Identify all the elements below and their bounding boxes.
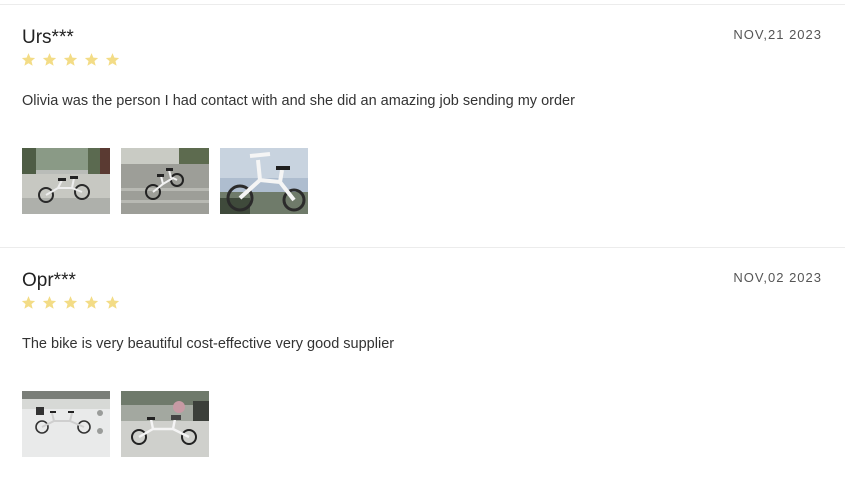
star-icon [21, 53, 36, 66]
star-icon [105, 53, 120, 66]
star-icon [63, 296, 78, 309]
star-icon [63, 53, 78, 66]
review-card: Opr*** NOV,02 2023 The bike is very beau… [0, 248, 845, 500]
review-text: Olivia was the person I had contact with… [22, 93, 575, 109]
star-icon [42, 296, 57, 309]
star-rating [21, 52, 120, 67]
review-card: Urs*** NOV,21 2023 Olivia was the person… [0, 5, 845, 248]
reviewer-name: Urs*** [22, 27, 74, 48]
star-icon [84, 296, 99, 309]
star-icon [105, 296, 120, 309]
star-rating [21, 295, 120, 310]
review-photos [22, 391, 209, 457]
star-icon [42, 53, 57, 66]
star-icon [21, 296, 36, 309]
star-icon [84, 53, 99, 66]
review-photos [22, 148, 308, 214]
review-date: NOV,21 2023 [733, 27, 822, 42]
review-photo-thumbnail[interactable] [22, 391, 110, 457]
reviewer-name: Opr*** [22, 270, 76, 291]
review-text: The bike is very beautiful cost-effectiv… [22, 336, 395, 352]
review-photo-thumbnail[interactable] [220, 148, 308, 214]
reviews-page: Urs*** NOV,21 2023 Olivia was the person… [0, 0, 845, 500]
review-photo-thumbnail[interactable] [121, 148, 209, 214]
review-photo-thumbnail[interactable] [22, 148, 110, 214]
review-date: NOV,02 2023 [733, 270, 822, 285]
review-photo-thumbnail[interactable] [121, 391, 209, 457]
